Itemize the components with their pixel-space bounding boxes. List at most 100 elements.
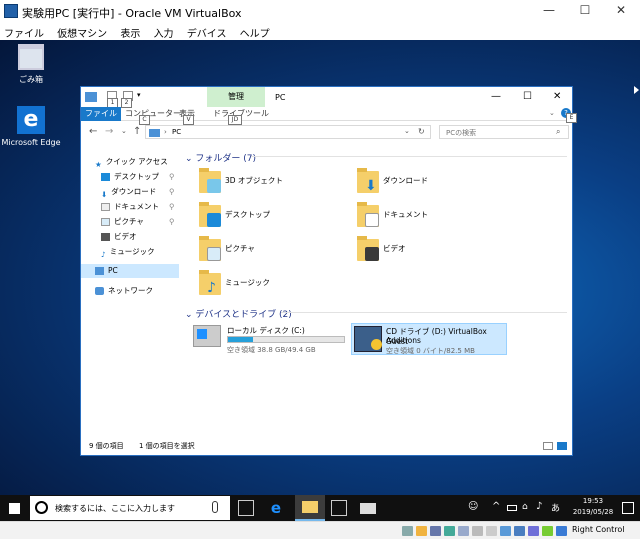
mouse-integration-icon[interactable] (542, 526, 553, 536)
volume-icon[interactable]: ♪ (536, 501, 542, 512)
start-windows-icon[interactable] (9, 503, 20, 514)
optical-status-icon[interactable] (416, 526, 427, 536)
menu-machine[interactable]: 仮想マシン (57, 25, 107, 40)
folder-icon: ⬇ (357, 168, 379, 193)
cortana-icon (35, 501, 48, 514)
drives-header[interactable]: ⌄ デバイスとドライブ (2) (185, 307, 292, 320)
menu-help[interactable]: ヘルプ (240, 25, 270, 40)
capture-status-icon[interactable] (486, 526, 497, 536)
folders-header[interactable]: ⌄ フォルダー (7) (185, 151, 256, 164)
network-tray-icon[interactable]: ⌂ (522, 502, 528, 512)
document-icon (365, 213, 379, 227)
task-view-icon[interactable] (238, 500, 254, 516)
tab-file[interactable]: ファイル (81, 107, 121, 121)
folder-icon (199, 168, 221, 193)
qat-dropdown-icon[interactable]: ▾ (137, 91, 141, 99)
host-key-label: Right Control (572, 525, 625, 534)
edge-taskbar-icon[interactable]: e (268, 500, 284, 516)
collapse-icon: ⌄ (185, 154, 196, 164)
folder-3d-objects[interactable]: 3D オブジェクト (199, 168, 349, 199)
menu-file[interactable]: ファイル (4, 25, 44, 40)
recent-dropdown-icon[interactable]: ⌄ (121, 127, 127, 135)
store-icon[interactable] (331, 500, 347, 516)
mail-icon[interactable] (360, 503, 376, 514)
clock-time[interactable]: 19:53 (572, 497, 614, 505)
menu-view[interactable]: 表示 (120, 25, 140, 40)
picture-icon (101, 218, 110, 226)
explorer-taskbar-button[interactable] (295, 495, 325, 521)
microphone-icon[interactable] (212, 501, 218, 513)
close-button[interactable]: ✕ (606, 3, 636, 19)
search-box[interactable]: PCの検索 ⌕ (439, 125, 569, 139)
network-status-icon[interactable] (444, 526, 455, 536)
vm-status-icon[interactable] (528, 526, 539, 536)
nav-item-pc[interactable]: PC (81, 264, 179, 278)
folder-videos[interactable]: ビデオ (357, 236, 507, 267)
folder-documents[interactable]: ドキュメント (357, 202, 507, 233)
search-icon: ⌕ (556, 127, 561, 136)
explorer-minimize-button[interactable]: — (491, 91, 501, 102)
ime-mode-indicator[interactable]: あ (551, 501, 560, 514)
forward-arrow-icon[interactable]: → (105, 126, 113, 137)
audio-status-icon[interactable] (430, 526, 441, 536)
music-icon: ♪ (207, 280, 216, 296)
menu-devices[interactable]: デバイス (187, 25, 227, 40)
search-placeholder: PCの検索 (446, 129, 477, 137)
nav-item-pictures[interactable]: ピクチャ ⚲ (81, 215, 179, 229)
nav-item-network[interactable]: ネットワーク (81, 284, 179, 298)
collapse-icon: ⌄ (185, 310, 196, 320)
nav-item-videos[interactable]: ビデオ (81, 230, 179, 244)
tray-expand-icon[interactable]: ^ (492, 501, 500, 512)
keyboard-status-icon[interactable] (556, 526, 567, 536)
folder-pictures[interactable]: ピクチャ (199, 236, 349, 267)
search-placeholder-text: 検索するには、ここに入力します (55, 504, 175, 513)
people-icon[interactable]: ☺ (468, 501, 478, 512)
virtualbox-icon (4, 4, 18, 18)
ribbon-collapse-icon[interactable]: ⌄ (549, 109, 555, 117)
recording-status-icon[interactable] (514, 526, 525, 536)
address-bar[interactable]: › PC ⌄ ↻ (145, 125, 431, 139)
windows-logo-icon (197, 329, 207, 339)
clock-date[interactable]: 2019/05/28 (572, 508, 614, 516)
minimize-button[interactable]: — (534, 3, 564, 19)
large-icons-view-icon[interactable] (557, 442, 567, 450)
folder-desktop[interactable]: デスクトップ (199, 202, 349, 233)
folder-music[interactable]: ♪ ミュージック (199, 270, 349, 301)
nav-item-downloads[interactable]: ⬇ ダウンロード ⚲ (81, 185, 179, 199)
pin-icon: ⚲ (169, 217, 175, 226)
virtualbox-statusbar: Right Control (0, 521, 640, 539)
folder-downloads[interactable]: ⬇ ダウンロード (357, 168, 507, 199)
document-icon (101, 203, 110, 211)
pc-address-icon (149, 129, 160, 137)
folder-icon (357, 236, 379, 261)
address-dropdown-icon[interactable]: ⌄ (404, 127, 410, 135)
nav-item-music[interactable]: ♪ ミュージック (81, 245, 179, 259)
folder-icon (357, 202, 379, 227)
display-status-icon[interactable] (500, 526, 511, 536)
edge-shortcut[interactable]: e Microsoft Edge (0, 106, 66, 147)
tab-computer[interactable]: コンピューター (125, 107, 181, 121)
folders-divider (251, 156, 567, 157)
back-arrow-icon[interactable]: ← (89, 126, 97, 137)
ribbon-tabs: ファイル コンピューター 表示 ドライブツール ⌄ ? (81, 107, 572, 121)
up-arrow-icon[interactable]: ↑ (133, 126, 141, 137)
battery-icon[interactable] (507, 505, 517, 511)
menu-input[interactable]: 入力 (154, 25, 174, 40)
usb-status-icon[interactable] (458, 526, 469, 536)
nav-item-desktop[interactable]: デスクトップ ⚲ (81, 170, 179, 184)
recycle-bin-shortcut[interactable]: ごみ箱 (0, 44, 66, 85)
ribbon-context-tab[interactable]: 管理 (207, 87, 265, 107)
maximize-button[interactable]: ☐ (570, 3, 600, 19)
nav-item-documents[interactable]: ドキュメント ⚲ (81, 200, 179, 214)
disk-status-icon[interactable] (402, 526, 413, 536)
notifications-icon[interactable] (622, 502, 634, 514)
nav-quick-access[interactable]: ★ クイック アクセス (81, 155, 179, 169)
shared-folder-status-icon[interactable] (472, 526, 483, 536)
drive-cd-d[interactable]: CD ドライブ (D:) VirtualBox Guest Additions … (351, 323, 507, 355)
details-view-icon[interactable] (543, 442, 553, 450)
explorer-maximize-button[interactable]: ☐ (523, 91, 532, 102)
taskbar-search[interactable]: 検索するには、ここに入力します (30, 496, 230, 520)
explorer-close-button[interactable]: ✕ (553, 91, 561, 102)
drive-local-c[interactable]: ローカル ディスク (C:) 空き領域 38.8 GB/49.4 GB (193, 323, 351, 355)
refresh-icon[interactable]: ↻ (418, 127, 425, 136)
